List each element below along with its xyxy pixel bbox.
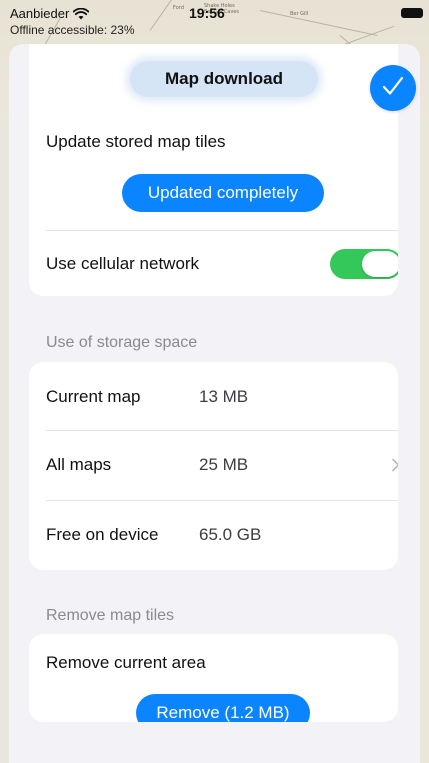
carrier-label: Aanbieder (10, 6, 70, 21)
remove-area-label: Remove current area (46, 653, 206, 672)
divider (46, 500, 398, 501)
cellular-label: Use cellular network (46, 254, 200, 273)
storage-card: Current map 13 MB All maps 25 MB Free on… (29, 362, 398, 570)
storage-section-header: Use of storage space (46, 334, 198, 351)
update-tiles-label: Update stored map tiles (46, 132, 226, 151)
cellular-toggle[interactable] (330, 249, 398, 279)
row-label: Free on device (46, 525, 159, 544)
remove-tiles-card: Remove current area Remove (1.2 MB) (29, 634, 398, 722)
row-label: Current map (46, 387, 141, 406)
updated-completely-button[interactable]: Updated completely (122, 174, 324, 212)
remove-section-header: Remove map tiles (46, 607, 175, 624)
chevron-right-icon (392, 458, 398, 472)
storage-row-all-maps[interactable]: All maps 25 MB (29, 431, 398, 500)
sheet-title: Map download (164, 69, 284, 88)
row-label: All maps (46, 455, 112, 474)
row-value: 13 MB (199, 387, 249, 406)
row-value: 25 MB (199, 455, 249, 474)
clock: 19:56 (189, 5, 225, 21)
divider (46, 230, 398, 231)
offline-accessible-label: Offline accessible: 23% (10, 23, 135, 37)
battery-icon (401, 8, 423, 18)
remove-button[interactable]: Remove (1.2 MB) (136, 694, 310, 722)
done-button[interactable] (370, 65, 416, 111)
toggle-knob (362, 251, 398, 277)
checkmark-icon (382, 76, 404, 101)
carrier-info: Aanbieder (10, 6, 90, 21)
wifi-icon (73, 7, 90, 20)
map-download-sheet: Update stored map tiles Updated complete… (9, 44, 420, 763)
status-bar: Aanbieder 19:56 (0, 0, 429, 24)
row-value: 65.0 GB (199, 525, 262, 544)
